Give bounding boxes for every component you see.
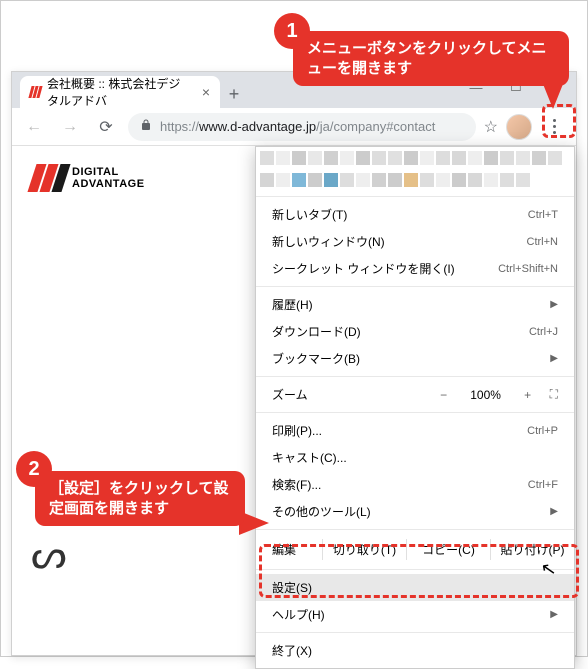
zoom-value: 100% <box>466 388 506 402</box>
lock-icon <box>140 119 152 134</box>
fullscreen-icon[interactable]: ⛶ <box>550 387 558 402</box>
chevron-right-icon: ▶ <box>550 299 558 310</box>
forward-button[interactable]: → <box>56 113 84 141</box>
close-tab-icon[interactable]: × <box>202 84 210 100</box>
menu-exit[interactable]: 終了(X) <box>256 637 574 664</box>
menu-copy[interactable]: コピー(C) <box>406 539 490 560</box>
menu-new-window[interactable]: 新しいウィンドウ(N)Ctrl+N <box>256 228 574 255</box>
browser-tab[interactable]: 会社概要 :: 株式会社デジタルアドバ × <box>20 76 220 108</box>
address-bar: ← → ⟳ https://www.d-advantage.jp/ja/comp… <box>12 108 576 146</box>
menu-cut[interactable]: 切り取り(T) <box>322 539 406 560</box>
menu-history[interactable]: 履歴(H)▶ <box>256 291 574 318</box>
bookmark-star-icon[interactable]: ☆ <box>484 117 498 137</box>
callout-1: メニューボタンをクリックしてメニューを開きます <box>293 31 569 86</box>
callout-2: ［設定］をクリックして設定画面を開きます <box>35 471 245 526</box>
menu-find[interactable]: 検索(F)...Ctrl+F <box>256 471 574 498</box>
menu-header-blurred <box>256 147 574 197</box>
new-tab-button[interactable]: + <box>220 80 248 108</box>
zoom-out-button[interactable]: − <box>434 388 454 402</box>
chevron-right-icon: ▶ <box>550 506 558 517</box>
menu-downloads[interactable]: ダウンロード(D)Ctrl+J <box>256 318 574 345</box>
profile-avatar[interactable] <box>506 114 532 140</box>
menu-new-tab[interactable]: 新しいタブ(T)Ctrl+T <box>256 201 574 228</box>
page-decoration: ᔕ <box>31 531 67 578</box>
callout-badge-2: 2 <box>16 451 52 487</box>
zoom-in-button[interactable]: + <box>518 388 538 402</box>
chevron-right-icon: ▶ <box>550 353 558 364</box>
callout-badge-1: 1 <box>274 13 310 49</box>
menu-incognito[interactable]: シークレット ウィンドウを開く(I)Ctrl+Shift+N <box>256 255 574 282</box>
menu-paste[interactable]: 貼り付け(P) <box>490 539 574 560</box>
tab-favicon <box>30 86 41 98</box>
url-input[interactable]: https://www.d-advantage.jp/ja/company#co… <box>128 113 476 141</box>
logo-line1: DIGITAL <box>72 166 145 178</box>
menu-zoom: ズーム − 100% + ⛶ <box>256 381 574 408</box>
menu-help[interactable]: ヘルプ(H)▶ <box>256 601 574 628</box>
menu-bookmarks[interactable]: ブックマーク(B)▶ <box>256 345 574 372</box>
chrome-menu-button[interactable] <box>540 113 568 141</box>
menu-more-tools[interactable]: その他のツール(L)▶ <box>256 498 574 525</box>
menu-edit-row: 編集 切り取り(T) コピー(C) 貼り付け(P) <box>256 534 574 565</box>
menu-print[interactable]: 印刷(P)...Ctrl+P <box>256 417 574 444</box>
menu-settings[interactable]: 設定(S) <box>256 574 574 601</box>
url-text: https://www.d-advantage.jp/ja/company#co… <box>160 119 435 134</box>
chrome-menu: 新しいタブ(T)Ctrl+T 新しいウィンドウ(N)Ctrl+N シークレット … <box>255 146 575 669</box>
chevron-right-icon: ▶ <box>550 609 558 620</box>
menu-cast[interactable]: キャスト(C)... <box>256 444 574 471</box>
logo-line2: ADVANTAGE <box>72 178 145 190</box>
back-button[interactable]: ← <box>20 113 48 141</box>
reload-button[interactable]: ⟳ <box>92 113 120 141</box>
tab-title: 会社概要 :: 株式会社デジタルアドバ <box>47 75 190 109</box>
